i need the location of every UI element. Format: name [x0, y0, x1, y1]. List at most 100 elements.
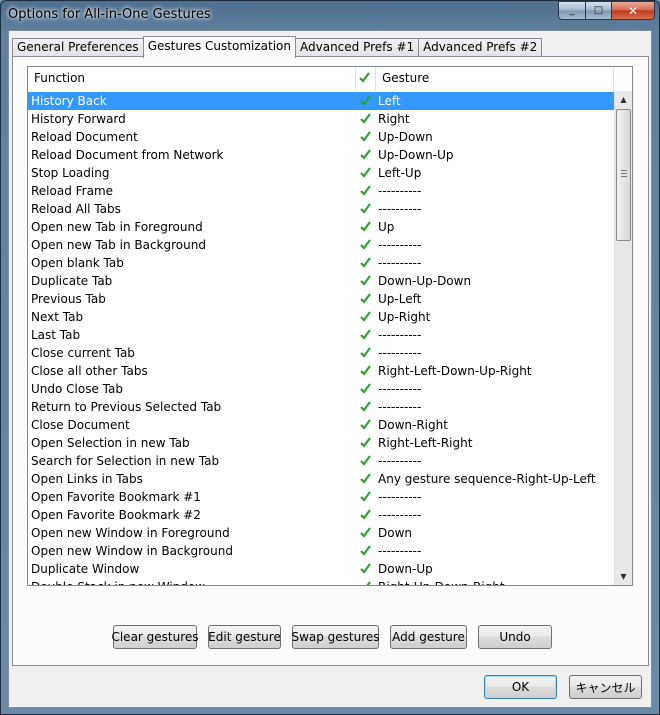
table-row[interactable]: Undo Close Tab ----------	[28, 380, 614, 398]
enabled-cell[interactable]	[356, 110, 376, 128]
column-header-function[interactable]: Function	[28, 67, 356, 91]
check-icon	[360, 167, 371, 178]
cancel-button[interactable]: キャンセル	[569, 675, 642, 699]
gesture-cell: Right-Up-Down-Right	[376, 578, 614, 585]
function-cell: Next Tab	[31, 310, 84, 324]
function-cell: Open blank Tab	[31, 256, 124, 270]
table-row[interactable]: Return to Previous Selected Tab ---------…	[28, 398, 614, 416]
clear-gestures-button[interactable]: Clear gestures	[111, 625, 199, 649]
vertical-scrollbar[interactable]: ▲ ▼	[614, 91, 632, 585]
table-row[interactable]: Stop Loading Left-Up	[28, 164, 614, 182]
enabled-cell[interactable]	[356, 542, 376, 560]
caption-buttons: _ □ ✕	[558, 1, 655, 20]
table-row[interactable]: Last Tab ----------	[28, 326, 614, 344]
undo-button[interactable]: Undo	[478, 625, 552, 649]
minimize-button[interactable]: _	[558, 1, 585, 20]
table-row[interactable]: Duplicate Tab Down-Up-Down	[28, 272, 614, 290]
enabled-cell[interactable]	[356, 560, 376, 578]
enabled-cell[interactable]	[356, 326, 376, 344]
add-gesture-button[interactable]: Add gesture	[390, 625, 467, 649]
table-row[interactable]: Open Favorite Bookmark #1 ----------	[28, 488, 614, 506]
check-icon	[360, 455, 371, 466]
table-row[interactable]: Close all other Tabs Right-Left-Down-Up-R…	[28, 362, 614, 380]
enabled-cell[interactable]	[356, 254, 376, 272]
table-row[interactable]: Close Document Down-Right	[28, 416, 614, 434]
table-row[interactable]: Open new Window in Foreground Down	[28, 524, 614, 542]
table-row[interactable]: Open Links in Tabs Any gesture sequence-R…	[28, 470, 614, 488]
scrollbar-thumb[interactable]	[616, 109, 631, 241]
enabled-cell[interactable]	[356, 218, 376, 236]
list-rows: History Back Left History Forward Right Relo…	[28, 92, 614, 585]
title-bar[interactable]: Options for All-in-One Gestures _ □ ✕	[1, 1, 659, 29]
table-row[interactable]: Close current Tab ----------	[28, 344, 614, 362]
table-row[interactable]: Open Favorite Bookmark #2 ----------	[28, 506, 614, 524]
column-header-gesture[interactable]: Gesture	[376, 67, 614, 91]
check-icon	[360, 239, 371, 250]
table-row[interactable]: Open new Tab in Foreground Up	[28, 218, 614, 236]
scroll-down-arrow-icon[interactable]: ▼	[615, 568, 632, 585]
function-cell: Last Tab	[31, 328, 81, 342]
table-row[interactable]: Open Selection in new Tab Right-Left-Righ…	[28, 434, 614, 452]
close-button[interactable]: ✕	[611, 1, 655, 20]
enabled-cell[interactable]	[356, 182, 376, 200]
function-cell: Open new Window in Background	[31, 544, 233, 558]
table-row[interactable]: Reload Document from Network Up-Down-Up	[28, 146, 614, 164]
enabled-cell[interactable]	[356, 416, 376, 434]
table-row[interactable]: Double Stack in new Window Right-Up-Down-…	[28, 578, 614, 585]
enabled-cell[interactable]	[356, 506, 376, 524]
enabled-cell[interactable]	[356, 380, 376, 398]
ok-button[interactable]: OK	[484, 675, 557, 699]
gesture-cell: ----------	[378, 328, 422, 342]
enabled-cell[interactable]	[356, 524, 376, 542]
check-icon	[360, 527, 371, 538]
tab-advanced-prefs-2[interactable]: Advanced Prefs #2	[418, 38, 543, 57]
tab-advanced-prefs-1[interactable]: Advanced Prefs #1	[295, 38, 420, 57]
table-row[interactable]: History Back Left	[28, 92, 614, 110]
enabled-cell[interactable]	[356, 200, 376, 218]
table-row[interactable]: History Forward Right	[28, 110, 614, 128]
check-icon	[360, 473, 371, 484]
enabled-cell[interactable]	[356, 452, 376, 470]
function-cell: Close all other Tabs	[31, 364, 148, 378]
tab-general-preferences[interactable]: General Preferences	[12, 38, 144, 57]
dialog-client: General Preferences Gestures Customizati…	[8, 30, 652, 708]
tab-gestures-customization[interactable]: Gestures Customization	[142, 36, 296, 58]
enabled-cell[interactable]	[356, 398, 376, 416]
enabled-cell[interactable]	[356, 236, 376, 254]
table-row[interactable]: Open blank Tab ----------	[28, 254, 614, 272]
table-row[interactable]: Next Tab Up-Right	[28, 308, 614, 326]
gesture-cell: Down-Up-Down	[378, 274, 472, 288]
enabled-cell[interactable]	[356, 146, 376, 164]
table-row[interactable]: Open new Tab in Background ----------	[28, 236, 614, 254]
table-row[interactable]: Search for Selection in new Tab ---------…	[28, 452, 614, 470]
gesture-cell: Down-Up	[378, 562, 433, 576]
enabled-cell[interactable]	[356, 578, 376, 585]
maximize-button[interactable]: □	[585, 1, 611, 20]
edit-gesture-button[interactable]: Edit gesture	[208, 625, 281, 649]
enabled-cell[interactable]	[356, 362, 376, 380]
gestures-list[interactable]: Function Gesture History Back Left History…	[27, 66, 633, 586]
tab-strip: General Preferences Gestures Customizati…	[12, 36, 543, 58]
scroll-up-arrow-icon[interactable]: ▲	[615, 91, 632, 108]
check-icon	[366, 581, 371, 585]
enabled-cell[interactable]	[356, 164, 376, 182]
table-row[interactable]: Reload Frame ----------	[28, 182, 614, 200]
gesture-cell: Down-Right	[378, 418, 448, 432]
column-header-enabled[interactable]	[356, 67, 376, 91]
table-row[interactable]: Previous Tab Up-Left	[28, 290, 614, 308]
enabled-cell[interactable]	[356, 128, 376, 146]
enabled-cell[interactable]	[356, 488, 376, 506]
table-row[interactable]: Reload All Tabs ----------	[28, 200, 614, 218]
enabled-cell[interactable]	[356, 434, 376, 452]
enabled-cell[interactable]	[356, 308, 376, 326]
enabled-cell[interactable]	[356, 344, 376, 362]
enabled-cell[interactable]	[356, 290, 376, 308]
enabled-cell[interactable]	[356, 470, 376, 488]
check-icon	[360, 491, 371, 502]
table-row[interactable]: Duplicate Window Down-Up	[28, 560, 614, 578]
enabled-cell[interactable]	[356, 272, 376, 290]
enabled-cell[interactable]	[356, 92, 376, 110]
swap-gestures-button[interactable]: Swap gestures	[291, 625, 380, 649]
table-row[interactable]: Open new Window in Background ----------	[28, 542, 614, 560]
table-row[interactable]: Reload Document Up-Down	[28, 128, 614, 146]
